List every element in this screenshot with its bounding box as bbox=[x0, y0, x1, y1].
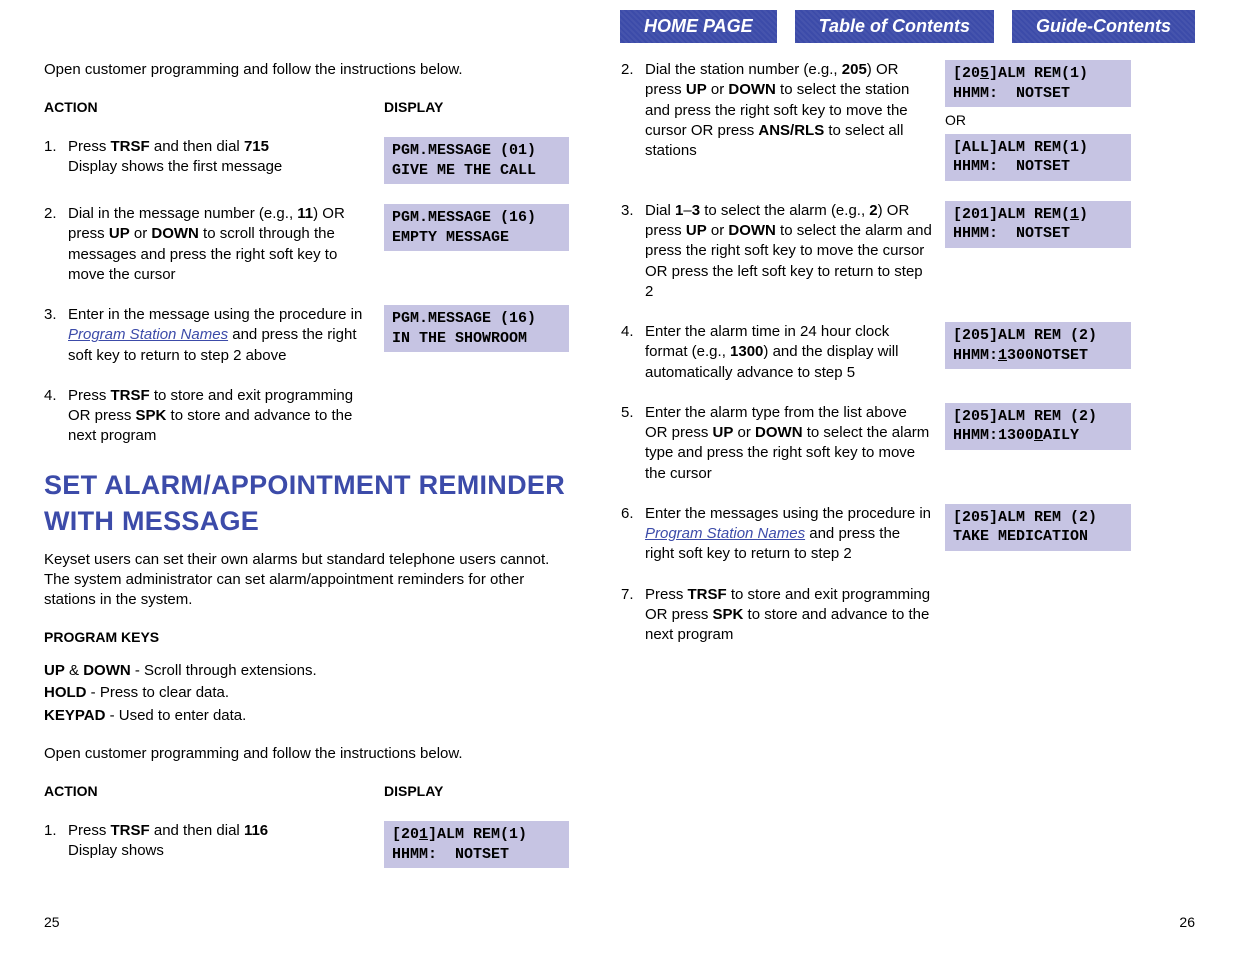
step-text: Press TRSF to store and exit programming… bbox=[68, 386, 384, 447]
left-page: Open customer programming and follow the… bbox=[0, 60, 577, 888]
program-station-names-link[interactable]: Program Station Names bbox=[68, 326, 228, 343]
program-keys-header: PROGRAM KEYS bbox=[44, 628, 569, 647]
display-output: [205]ALM REM(1) HHMM: NOTSET bbox=[945, 60, 1131, 107]
nav-home[interactable]: HOME PAGE bbox=[620, 10, 777, 43]
step-number: 1. bbox=[44, 821, 68, 841]
program-station-names-link[interactable]: Program Station Names bbox=[645, 525, 805, 542]
step-text: Enter the messages using the procedure i… bbox=[645, 504, 945, 565]
step-text: Dial 1–3 to select the alarm (e.g., 2) O… bbox=[645, 201, 945, 302]
or-label: OR bbox=[945, 111, 1131, 130]
intro-text: Open customer programming and follow the… bbox=[44, 60, 569, 80]
display-output: PGM.MESSAGE (16) EMPTY MESSAGE bbox=[384, 204, 569, 251]
nav-tabs: HOME PAGE Table of Contents Guide-Conten… bbox=[620, 10, 1195, 43]
display-output: [205]ALM REM (2) TAKE MEDICATION bbox=[945, 504, 1131, 551]
step-number: 6. bbox=[621, 504, 645, 524]
step-number: 2. bbox=[44, 204, 68, 224]
step-text: Press TRSF and then dial 715 Display sho… bbox=[68, 137, 384, 178]
action-header: ACTION bbox=[44, 98, 384, 117]
step-text: Enter the alarm type from the list above… bbox=[645, 403, 945, 484]
step-number: 1. bbox=[44, 137, 68, 157]
display-output: PGM.MESSAGE (01) GIVE ME THE CALL bbox=[384, 137, 569, 184]
display-output: [205]ALM REM (2) HHMM:1300NOTSET bbox=[945, 322, 1131, 369]
step-text: Press TRSF to store and exit programming… bbox=[645, 585, 945, 646]
step-text: Dial the station number (e.g., 205) OR p… bbox=[645, 60, 945, 161]
display-output: [201]ALM REM(1) HHMM: NOTSET bbox=[384, 821, 569, 868]
display-header: DISPLAY bbox=[384, 782, 443, 801]
right-page: 2. Dial the station number (e.g., 205) O… bbox=[577, 60, 1197, 888]
step-number: 3. bbox=[44, 305, 68, 325]
step-text: Enter the alarm time in 24 hour clock fo… bbox=[645, 322, 945, 383]
display-output: [205]ALM REM (2) HHMM:1300DAILY bbox=[945, 403, 1131, 450]
nav-toc[interactable]: Table of Contents bbox=[795, 10, 994, 43]
display-output: PGM.MESSAGE (16) IN THE SHOWROOM bbox=[384, 305, 569, 352]
step-number: 5. bbox=[621, 403, 645, 423]
section-intro: Keyset users can set their own alarms bu… bbox=[44, 550, 569, 611]
step-text: Press TRSF and then dial 116 Display sho… bbox=[68, 821, 384, 862]
step-number: 4. bbox=[44, 386, 68, 406]
step-number: 3. bbox=[621, 201, 645, 221]
action-header: ACTION bbox=[44, 782, 384, 801]
display-output: [ALL]ALM REM(1) HHMM: NOTSET bbox=[945, 134, 1131, 181]
step-text: Enter in the message using the procedure… bbox=[68, 305, 384, 366]
page-number-right: 26 bbox=[1179, 913, 1195, 932]
nav-guide[interactable]: Guide-Contents bbox=[1012, 10, 1195, 43]
step-number: 4. bbox=[621, 322, 645, 342]
step-number: 2. bbox=[621, 60, 645, 80]
intro-text-2: Open customer programming and follow the… bbox=[44, 744, 569, 764]
section-heading: SET ALARM/APPOINTMENT REMINDER WITH MESS… bbox=[44, 467, 569, 540]
step-text: Dial in the message number (e.g., 11) OR… bbox=[68, 204, 384, 285]
step-number: 7. bbox=[621, 585, 645, 605]
page-number-left: 25 bbox=[44, 913, 60, 932]
display-header: DISPLAY bbox=[384, 98, 443, 117]
program-keys-list: UP & DOWN - Scroll through extensions. H… bbox=[44, 661, 569, 726]
display-output: [201]ALM REM(1) HHMM: NOTSET bbox=[945, 201, 1131, 248]
